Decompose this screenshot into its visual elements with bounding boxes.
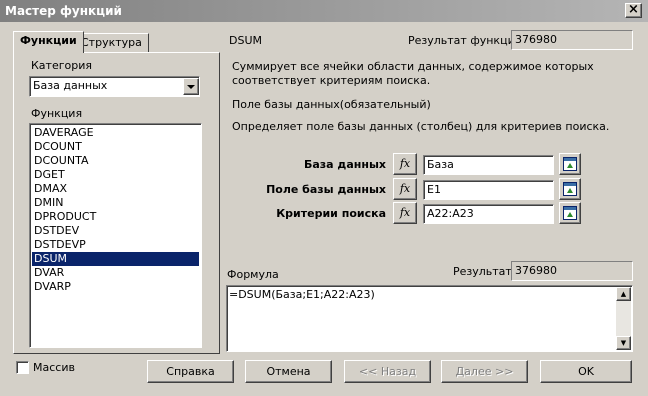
formula-editor[interactable]: =DSUM(База;E1;A22:A23) ▲ ▼ — [226, 285, 633, 352]
next-button[interactable]: Далее >> — [441, 360, 528, 383]
close-button[interactable]: × — [625, 3, 642, 18]
tab-structure[interactable]: Структура — [74, 33, 149, 53]
back-button[interactable]: << Назад — [344, 360, 431, 383]
function-result-label: Результат функции — [408, 34, 522, 47]
list-item[interactable]: DCOUNTA — [32, 154, 199, 168]
formula-result-label: Результат — [453, 265, 512, 278]
scroll-up-icon[interactable]: ▲ — [616, 287, 631, 301]
select-range-icon — [563, 206, 577, 220]
arg-input-criteria[interactable]: A22:A23 — [423, 204, 554, 224]
array-checkbox[interactable] — [16, 361, 29, 374]
arg-label-database: База данных — [303, 158, 386, 171]
category-value: База данных — [33, 79, 108, 92]
list-item[interactable]: DGET — [32, 168, 199, 182]
cancel-button[interactable]: Отмена — [245, 360, 332, 383]
fx-button-criteria[interactable]: fx — [393, 202, 417, 224]
list-item[interactable]: DVARP — [32, 280, 199, 294]
shrink-button-database[interactable] — [559, 153, 581, 175]
list-item[interactable]: DAVERAGE — [32, 126, 199, 140]
parameter-title: Поле базы данных(обязательный) — [232, 98, 431, 111]
arg-input-field[interactable]: E1 — [423, 180, 554, 200]
fx-icon: fx — [399, 182, 411, 195]
list-item[interactable]: DSTDEVP — [32, 238, 199, 252]
fx-icon: fx — [399, 157, 411, 170]
list-item[interactable]: DVAR — [32, 266, 199, 280]
function-result-value: 376980 — [511, 30, 633, 50]
list-item[interactable]: DMIN — [32, 196, 199, 210]
formula-result-value: 376980 — [511, 261, 633, 281]
list-item[interactable]: DSTDEV — [32, 224, 199, 238]
arg-label-field: Поле базы данных — [266, 183, 386, 196]
close-icon: × — [628, 2, 639, 17]
help-button[interactable]: Справка — [147, 360, 234, 383]
list-item-selected[interactable]: DSUM — [32, 252, 199, 266]
function-list[interactable]: DAVERAGE DCOUNT DCOUNTA DGET DMAX DMIN D… — [29, 123, 202, 348]
window-title: Мастер функций — [0, 0, 648, 22]
fx-button-field[interactable]: fx — [393, 178, 417, 200]
parameter-description: Определяет поле базы данных (столбец) дл… — [232, 120, 610, 133]
formula-scrollbar[interactable]: ▲ ▼ — [616, 287, 631, 350]
shrink-button-criteria[interactable] — [559, 202, 581, 224]
shrink-button-field[interactable] — [559, 178, 581, 200]
function-name: DSUM — [229, 34, 262, 47]
list-item[interactable]: DCOUNT — [32, 140, 199, 154]
tab-functions[interactable]: Функции — [13, 31, 84, 53]
arg-input-database[interactable]: База — [423, 155, 554, 175]
function-label: Функция — [31, 107, 83, 120]
category-label: Категория — [31, 59, 92, 72]
select-range-icon — [563, 182, 577, 196]
array-checkbox-label: Массив — [33, 361, 75, 374]
formula-label: Формула — [227, 268, 279, 281]
category-select[interactable]: База данных — [29, 76, 200, 97]
category-dropdown-button[interactable] — [183, 78, 199, 95]
arg-label-criteria: Критерии поиска — [276, 207, 386, 220]
formula-text: =DSUM(База;E1;A22:A23) — [229, 288, 375, 301]
scroll-down-icon[interactable]: ▼ — [616, 336, 631, 350]
fx-icon: fx — [399, 206, 411, 219]
chevron-down-icon — [187, 85, 195, 89]
list-item[interactable]: DMAX — [32, 182, 199, 196]
select-range-icon — [563, 157, 577, 171]
list-item[interactable]: DPRODUCT — [32, 210, 199, 224]
ok-button[interactable]: OK — [540, 360, 632, 383]
function-description: Суммирует все ячейки области данных, сод… — [232, 60, 594, 87]
fx-button-database[interactable]: fx — [393, 153, 417, 175]
